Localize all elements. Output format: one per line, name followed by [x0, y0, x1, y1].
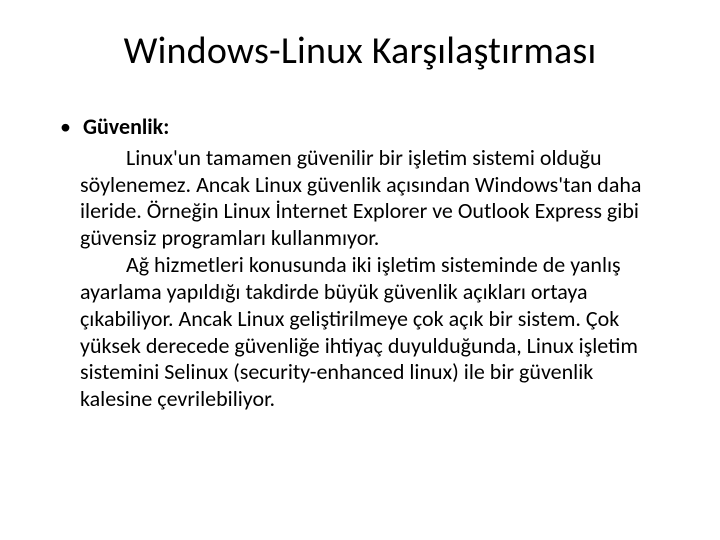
bullet-dot-icon: •: [60, 114, 71, 141]
bullet-label: Güvenlik:: [83, 114, 169, 141]
slide-content: • Güvenlik: Linux'un tamamen güvenilir b…: [50, 114, 670, 413]
paragraph-1: Linux'un tamamen güvenilir bir işletim s…: [80, 145, 666, 252]
bullet-item: • Güvenlik:: [56, 114, 670, 141]
slide-title: Windows-Linux Karşılaştırması: [50, 28, 670, 74]
paragraph-2: Ağ hizmetleri konusunda iki işletim sist…: [80, 252, 666, 413]
